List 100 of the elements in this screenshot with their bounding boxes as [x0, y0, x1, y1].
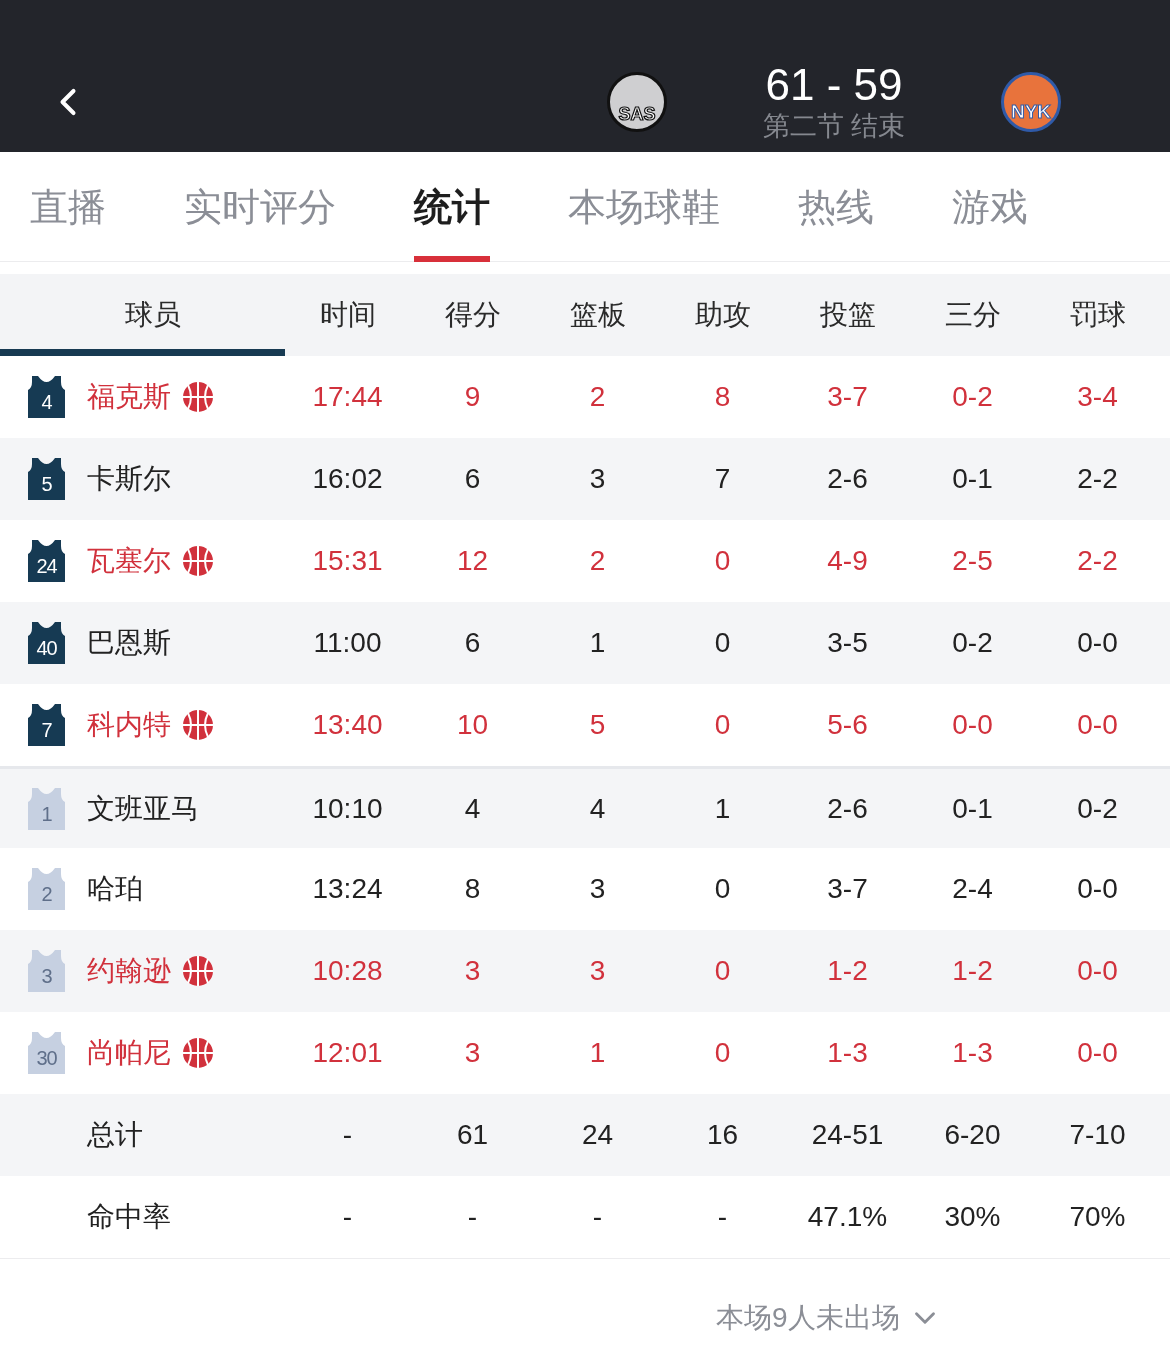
table-cell-text: 12:01: [312, 1036, 383, 1070]
table-cell-text: 3: [589, 462, 606, 496]
row-label: 命中率: [87, 1200, 171, 1234]
table-cell-text: 70%: [1069, 1200, 1126, 1234]
table-cell-text: 0: [714, 708, 731, 742]
table-cell-text: 1-3: [952, 1036, 993, 1070]
table-cell-text: 2-4: [952, 872, 993, 906]
table-cell-text: 0-0: [1077, 708, 1118, 742]
table-cell-text: 4: [464, 791, 481, 826]
column-header[interactable]: 助攻: [660, 274, 785, 356]
table-cell-text: 2-6: [827, 791, 868, 826]
table-cell-text: 1: [714, 791, 731, 826]
game-status: 第二节 结束: [762, 110, 906, 143]
table-cell-text: 6: [464, 462, 481, 496]
table-cell-text: 10:10: [312, 791, 383, 826]
table-cell-text: 2-2: [1077, 544, 1118, 578]
player-name[interactable]: 福克斯: [87, 376, 171, 418]
table-cell-text: 0: [714, 1036, 731, 1070]
table-cell-text: 4-9: [827, 544, 868, 578]
jersey-number-badge: 3: [28, 950, 65, 992]
table-cell-text: 0: [714, 544, 731, 578]
table-cell-text: 0-1: [952, 462, 993, 496]
table-cell-text: 10:28: [312, 954, 383, 988]
team-logo: NYK: [1001, 72, 1061, 132]
table-cell-text: -: [467, 1200, 478, 1234]
table-cell-text: 0-2: [952, 380, 993, 414]
table-cell-text: 6-20: [944, 1118, 1001, 1152]
table-cell-text: 0-2: [1077, 791, 1118, 826]
table-cell-text: 3: [589, 872, 606, 906]
table-cell-text: 3-5: [827, 626, 868, 660]
player-name[interactable]: 卡斯尔: [87, 458, 171, 500]
player-name[interactable]: 科内特: [87, 704, 171, 746]
table-cell-text: 2-6: [827, 462, 868, 496]
table-cell-text: 1-3: [827, 1036, 868, 1070]
table-cell-text: 0-0: [1077, 1036, 1118, 1070]
table-cell-text: 13:40: [312, 708, 383, 742]
table-cell-text: 1-2: [827, 954, 868, 988]
table-cell-text: 13:24: [312, 872, 383, 906]
column-header[interactable]: 篮板: [535, 274, 660, 356]
table-cell-text: -: [342, 1200, 353, 1234]
row-label: 总计: [87, 1118, 143, 1152]
jersey-number-badge: 1: [28, 787, 65, 830]
table-cell-text: 16: [706, 1118, 739, 1152]
table-cell-text: 15:31: [312, 544, 383, 578]
table-cell-text: 6: [464, 626, 481, 660]
column-header[interactable]: 投篮: [785, 274, 910, 356]
jersey-number-badge: 30: [28, 1032, 65, 1074]
table-cell-text: 0-0: [952, 708, 993, 742]
table-cell-text: -: [592, 1200, 603, 1234]
player-name[interactable]: 瓦塞尔: [87, 540, 171, 582]
table-cell-text: 5-6: [827, 708, 868, 742]
table-cell-text: 0: [714, 872, 731, 906]
table-cell-text: 7-10: [1069, 1118, 1126, 1152]
jersey-number-badge: 7: [28, 704, 65, 746]
table-cell-text: 3-4: [1077, 380, 1118, 414]
table-cell-text: 3: [589, 954, 606, 988]
jersey-number-badge: 24: [28, 540, 65, 582]
table-cell-text: 4: [589, 791, 606, 826]
table-cell-text: 2: [589, 380, 606, 414]
table-cell-text: 24: [581, 1118, 614, 1152]
table-cell-text: 1-2: [952, 954, 993, 988]
table-cell-text: 8: [464, 872, 481, 906]
player-name[interactable]: 巴恩斯: [87, 622, 171, 664]
player-name[interactable]: 尚帕尼: [87, 1032, 171, 1074]
jersey-number-badge: 4: [28, 376, 65, 418]
table-cell-text: 16:02: [312, 462, 383, 496]
table-cell-text: 17:44: [312, 380, 383, 414]
table-cell-text: 12: [456, 544, 489, 578]
table-cell-text: 3: [464, 1036, 481, 1070]
jersey-number-badge: 5: [28, 458, 65, 500]
table-cell-text: 30%: [944, 1200, 1001, 1234]
table-cell-text: 24-51: [811, 1118, 884, 1152]
table-cell-text: -: [717, 1200, 728, 1234]
table-cell-text: 3-7: [827, 872, 868, 906]
table-cell-text: -: [342, 1118, 353, 1152]
table-cell-text: 3: [464, 954, 481, 988]
table-cell-text: 0-0: [1077, 954, 1118, 988]
table-cell-text: 0-0: [1077, 626, 1118, 660]
column-header[interactable]: 三分: [910, 274, 1035, 356]
score-text: 61 - 59: [765, 61, 903, 109]
tab[interactable]: 统计: [414, 152, 490, 262]
table-cell-text: 1: [589, 1036, 606, 1070]
table-cell-text: 3-7: [827, 380, 868, 414]
table-cell-text: 9: [464, 380, 481, 414]
table-cell-text: 0-2: [952, 626, 993, 660]
player-name[interactable]: 文班亚马: [87, 787, 199, 830]
table-cell-text: 0-0: [1077, 872, 1118, 906]
table-cell-text: 2: [589, 544, 606, 578]
player-name[interactable]: 哈珀: [87, 868, 143, 910]
column-header[interactable]: 时间: [285, 274, 410, 356]
table-cell-text: 2-2: [1077, 462, 1118, 496]
table-cell-text: 47.1%: [807, 1200, 888, 1234]
column-header[interactable]: 得分: [410, 274, 535, 356]
player-name[interactable]: 约翰逊: [87, 950, 171, 992]
jersey-number-badge: 2: [28, 868, 65, 910]
table-cell-text: 61: [456, 1118, 489, 1152]
table-cell-text: 0-1: [952, 791, 993, 826]
table-cell-text: 11:00: [313, 626, 382, 660]
table-cell-text: 7: [714, 462, 731, 496]
column-header[interactable]: 罚球: [1035, 274, 1160, 356]
